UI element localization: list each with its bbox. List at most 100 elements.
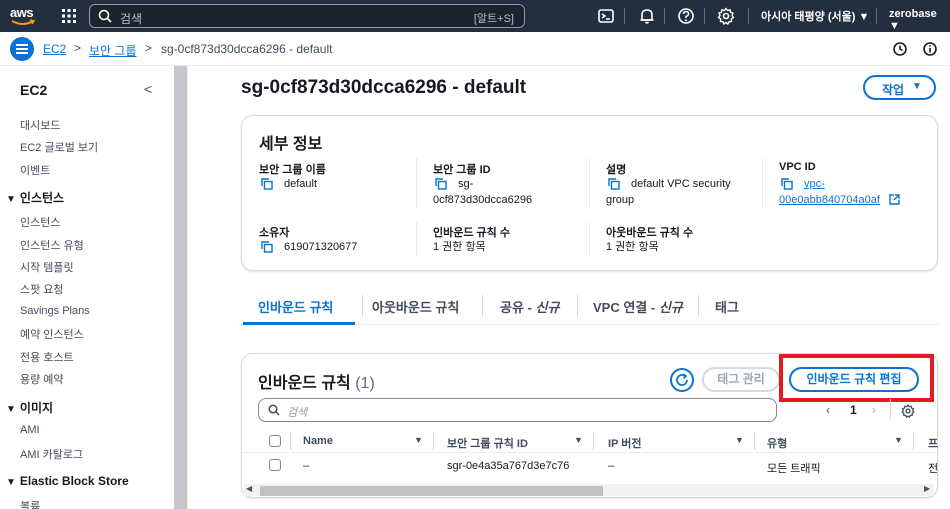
copy-icon[interactable] bbox=[608, 178, 620, 190]
sidebar-item-ami-catalog[interactable]: AMI 카탈로그 bbox=[20, 446, 83, 462]
sidebar-scrollbar[interactable] bbox=[174, 66, 187, 509]
sidebar-item-instance-types[interactable]: 인스턴스 유형 bbox=[20, 237, 84, 253]
row-checkbox[interactable] bbox=[269, 459, 281, 471]
sidebar-item-reserved-instances[interactable]: 예약 인스턴스 bbox=[20, 326, 84, 342]
sidebar-section-instances[interactable]: ▼ 인스턴스 bbox=[6, 189, 64, 206]
vpc-id-link-line2[interactable]: 00e0abb840704a0af bbox=[779, 192, 880, 208]
sidebar-item-global-view[interactable]: EC2 글로벌 보기 bbox=[20, 139, 98, 155]
pagination-current-page[interactable]: 1 bbox=[850, 403, 857, 417]
global-search-input[interactable]: 검색 [알트+S] bbox=[89, 4, 525, 28]
tab-tags[interactable]: 태그 bbox=[715, 297, 739, 316]
nav-divider bbox=[664, 8, 665, 24]
tab-divider bbox=[482, 295, 483, 317]
row-type: 모든 트래픽 bbox=[767, 463, 821, 475]
select-all-checkbox[interactable] bbox=[269, 435, 281, 447]
sidebar-item-spot-requests[interactable]: 스팟 요청 bbox=[20, 281, 64, 297]
rules-search-input[interactable]: 검색 bbox=[258, 398, 777, 422]
details-card: 세부 정보 보안 그룹 이름 default 보안 그룹 ID sg- 0cf8… bbox=[241, 115, 938, 271]
column-divider bbox=[913, 432, 914, 450]
refresh-button[interactable] bbox=[670, 368, 694, 392]
sidebar-title: EC2 bbox=[20, 82, 48, 98]
collapse-icon[interactable]: < bbox=[144, 81, 152, 97]
sidebar-item-launch-templates[interactable]: 시작 템플릿 bbox=[20, 259, 74, 275]
copy-icon[interactable] bbox=[781, 178, 793, 190]
sidebar-item-volumes[interactable]: 볼륨 bbox=[20, 498, 40, 509]
column-header-ip-version[interactable]: IP 버전 bbox=[608, 435, 642, 451]
row-rule-id: sgr-0e4a35a767d3e7c76 bbox=[447, 460, 570, 472]
scroll-right-icon[interactable]: ▶ bbox=[924, 484, 930, 493]
menu-button[interactable] bbox=[10, 37, 34, 61]
account-menu[interactable]: zerobase ▼ bbox=[889, 8, 950, 32]
aws-logo[interactable]: aws bbox=[10, 5, 38, 27]
search-shortcut: [알트+S] bbox=[473, 13, 514, 25]
sidebar-item-dedicated-hosts[interactable]: 전용 호스트 bbox=[20, 349, 74, 365]
breadcrumb-bar: EC2 > 보안 그룹 > sg-0cf873d30dcca6296 - def… bbox=[0, 32, 950, 66]
gear-icon[interactable] bbox=[717, 7, 735, 25]
inbound-count-value: 1 권한 항목 bbox=[433, 241, 486, 253]
column-header-protocol[interactable]: 프 bbox=[928, 435, 938, 451]
sidebar-item-savings-plans[interactable]: Savings Plans bbox=[20, 305, 90, 317]
outbound-count-label: 아웃바운드 규칙 수 bbox=[606, 227, 694, 239]
sidebar-section-images[interactable]: ▼ 이미지 bbox=[6, 399, 53, 416]
scrollbar-thumb[interactable] bbox=[260, 486, 603, 496]
sidebar-item-ami[interactable]: AMI bbox=[20, 424, 40, 436]
pagination-next-icon[interactable]: › bbox=[872, 403, 876, 417]
sidebar-item-dashboard[interactable]: 대시보드 bbox=[20, 117, 60, 133]
owner-label: 소유자 bbox=[259, 227, 290, 239]
account-label: zerobase bbox=[889, 8, 937, 20]
breadcrumb-security-groups[interactable]: 보안 그룹 bbox=[89, 42, 137, 59]
tab-vpc-associations[interactable]: VPC 연결 - 신규 bbox=[593, 297, 683, 316]
search-placeholder: 검색 bbox=[120, 12, 143, 26]
sort-caret-icon[interactable]: ▼ bbox=[574, 435, 583, 445]
actions-button[interactable]: 작업 ▼ bbox=[863, 75, 936, 100]
cloudshell-icon[interactable] bbox=[597, 7, 615, 25]
info-panel-icon[interactable] bbox=[922, 41, 938, 57]
rules-search-placeholder: 검색 bbox=[287, 407, 308, 419]
tab-new-badge: 신규 bbox=[658, 300, 683, 315]
copy-icon[interactable] bbox=[261, 241, 273, 253]
copy-icon[interactable] bbox=[261, 178, 273, 190]
sg-id-label: 보안 그룹 ID bbox=[433, 164, 491, 176]
caret-down-icon: ▼ bbox=[6, 404, 16, 415]
clock-icon[interactable] bbox=[892, 41, 908, 57]
copy-icon[interactable] bbox=[435, 178, 447, 190]
column-divider bbox=[593, 432, 594, 450]
highlight-annotation bbox=[779, 354, 934, 402]
scroll-left-icon[interactable]: ◀ bbox=[246, 484, 252, 493]
tab-label: 태그 bbox=[715, 300, 739, 315]
preferences-gear-icon[interactable] bbox=[901, 404, 915, 418]
sidebar-item-events[interactable]: 이벤트 bbox=[20, 162, 50, 178]
row-ip-version: – bbox=[608, 460, 615, 472]
row-name: – bbox=[303, 460, 310, 472]
header-divider bbox=[243, 452, 936, 453]
tab-sharing[interactable]: 공유 - 신규 bbox=[500, 297, 559, 316]
grid-icon[interactable] bbox=[61, 8, 77, 24]
sort-caret-icon[interactable]: ▼ bbox=[894, 435, 903, 445]
column-header-type[interactable]: 유형 bbox=[767, 435, 787, 451]
tab-outbound-rules[interactable]: 아웃바운드 규칙 bbox=[372, 297, 459, 316]
pager-divider bbox=[890, 399, 891, 419]
vpc-id-link-line1[interactable]: vpc- bbox=[804, 176, 825, 192]
page-title: sg-0cf873d30dcca6296 - default bbox=[241, 77, 527, 98]
sort-caret-icon[interactable]: ▼ bbox=[735, 435, 744, 445]
column-header-name[interactable]: Name bbox=[303, 435, 333, 447]
help-icon[interactable] bbox=[677, 7, 695, 25]
tab-inbound-rules[interactable]: 인바운드 규칙 bbox=[258, 297, 333, 316]
sidebar-section-ebs[interactable]: ▼ Elastic Block Store bbox=[6, 474, 129, 488]
owner-value: 619071320677 bbox=[284, 241, 358, 253]
sidebar-item-instances[interactable]: 인스턴스 bbox=[20, 214, 60, 230]
column-divider bbox=[754, 432, 755, 450]
sidebar-item-capacity-reservations[interactable]: 용량 예약 bbox=[20, 371, 64, 387]
external-link-icon[interactable] bbox=[889, 194, 900, 205]
column-header-rule-id[interactable]: 보안 그룹 규칙 ID bbox=[447, 435, 528, 451]
region-selector[interactable]: 아시아 태평양 (서울) ▼ bbox=[761, 8, 869, 24]
region-label: 아시아 태평양 (서울) bbox=[761, 11, 856, 23]
tab-label: VPC 연결 - bbox=[593, 300, 659, 315]
tab-divider bbox=[577, 295, 578, 317]
bell-icon[interactable] bbox=[638, 7, 656, 25]
breadcrumb-ec2[interactable]: EC2 bbox=[43, 42, 66, 56]
breadcrumb-current: sg-0cf873d30dcca6296 - default bbox=[161, 42, 333, 56]
pagination-prev-icon[interactable]: ‹ bbox=[826, 403, 830, 417]
manage-tags-button[interactable]: 태그 관리 bbox=[702, 367, 780, 392]
sort-caret-icon[interactable]: ▼ bbox=[414, 435, 423, 445]
